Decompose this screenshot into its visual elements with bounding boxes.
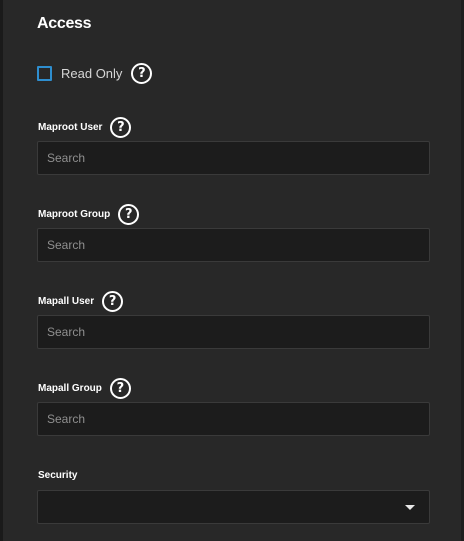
maproot-user-label: Maproot User [38,121,103,133]
security-select[interactable] [37,490,430,524]
read-only-label[interactable]: Read Only [61,66,122,81]
mapall-group-field[interactable] [37,402,430,436]
mapall-user-help-icon[interactable]: ? [102,290,124,312]
security-label-row: Security [38,464,77,486]
maproot-group-label: Maproot Group [38,208,111,220]
security-label: Security [38,469,78,481]
mapall-group-help-icon[interactable]: ? [109,377,131,399]
mapall-group-input[interactable] [38,403,429,435]
maproot-user-field[interactable] [37,141,430,175]
read-only-row: Read Only ? [37,62,153,84]
mapall-user-label-row: Mapall User ? [38,290,124,312]
maproot-group-input[interactable] [38,229,429,261]
maproot-group-label-row: Maproot Group ? [38,203,140,225]
maproot-user-label-row: Maproot User ? [38,116,132,138]
mapall-user-field[interactable] [37,315,430,349]
mapall-user-input[interactable] [38,316,429,348]
read-only-help-icon[interactable]: ? [131,62,153,84]
mapall-group-label-row: Mapall Group ? [38,377,131,399]
mapall-group-label: Mapall Group [38,382,102,394]
maproot-group-help-icon[interactable]: ? [118,203,140,225]
maproot-user-input[interactable] [38,142,429,174]
mapall-user-label: Mapall User [38,295,95,307]
caret-down-icon[interactable] [405,505,415,510]
section-title: Access [37,15,92,32]
read-only-checkbox[interactable] [37,65,52,81]
maproot-user-help-icon[interactable]: ? [110,116,132,138]
maproot-group-field[interactable] [37,228,430,262]
